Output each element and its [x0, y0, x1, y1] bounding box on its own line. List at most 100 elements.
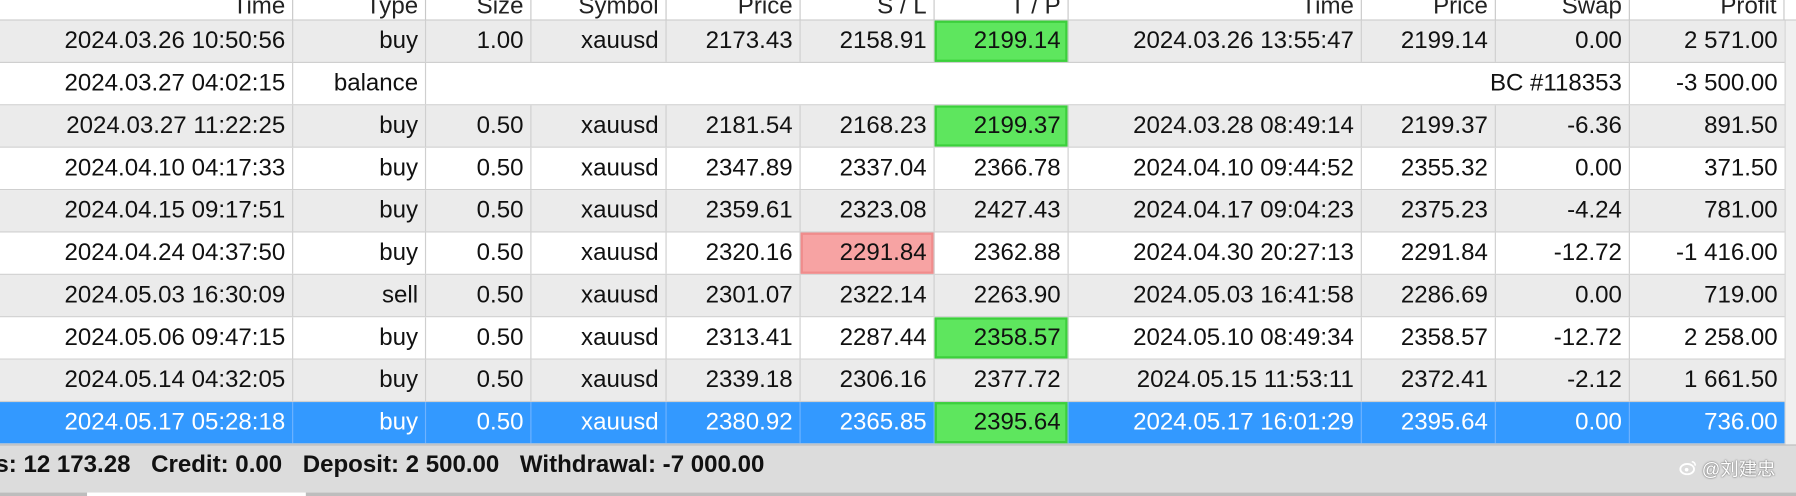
summary-profit-loss: s: 12 173.28 [0, 451, 131, 478]
header-open-time[interactable]: Time [0, 0, 294, 20]
cell-profit: 781.00 [1704, 197, 1778, 224]
cell-close-time: 2024.05.03 16:41:58 [1069, 274, 1362, 317]
cell-close-price: 2395.64 [1362, 402, 1496, 444]
cell-type: buy [293, 190, 427, 232]
cell-type: buy [293, 105, 427, 147]
header-close-price[interactable]: Price [1362, 0, 1496, 20]
header-profit[interactable]: Profit [1630, 0, 1785, 20]
balance-row[interactable]: 2024.03.27 04:02:15 balance BC #118353 -3 5… [0, 63, 1796, 106]
cell-type: buy [293, 20, 427, 62]
cell-close-price: 2199.37 [1362, 105, 1496, 147]
cell-close-time: 2024.04.10 09:44:52 [1069, 147, 1362, 190]
cell-profit: 719.00 [1704, 281, 1778, 309]
weibo-logo-icon [1679, 460, 1696, 476]
cell-open-price: 2181.54 [667, 105, 801, 147]
trade-row[interactable]: 2024.05.03 16:30:09 sell 0.50 xauusd 2301.07… [0, 274, 1796, 318]
trade-row[interactable]: 2024.05.14 04:32:05 buy 0.50 xauusd 2339.18 2… [0, 359, 1796, 403]
header-symbol[interactable]: Symbol [531, 0, 667, 20]
cell-stop-loss: 2337.04 [801, 147, 935, 190]
cell-open-price: 2173.43 [667, 20, 801, 62]
header-close-time[interactable]: Time [1069, 0, 1362, 20]
cell-size: 0.50 [426, 190, 532, 232]
cell-size: 0.50 [426, 359, 532, 401]
summary-credit: Credit: 0.00 [151, 451, 283, 478]
cell-size: 1.00 [426, 20, 532, 62]
trade-row[interactable]: 2024.03.27 11:22:25 buy 0.50 xauusd 2181.54 2… [0, 105, 1796, 148]
cell-open-time: 2024.05.06 09:47:15 [0, 317, 294, 359]
cell-open-time: 2024.05.17 05:28:18 [0, 402, 294, 444]
cell-size: 0.50 [426, 105, 532, 147]
trade-row[interactable]: 2024.03.26 10:50:56 buy 1.00 xauusd 2173.43 2… [0, 20, 1796, 64]
cell-symbol: xauusd [531, 402, 667, 444]
cell-open-price: 2380.92 [667, 402, 801, 444]
trade-row[interactable]: 2024.04.15 09:17:51 buy 0.50 xauusd 2359.61 2… [0, 190, 1796, 233]
cell-take-profit: 2395.64 [934, 402, 1069, 444]
cell-swap: 0.00 [1496, 20, 1630, 62]
trade-row[interactable]: 2024.04.10 04:17:33 buy 0.50 xauusd 2347.89 2… [0, 147, 1796, 191]
header-take-profit[interactable]: T / P [935, 0, 1069, 20]
watermark-text: @刘建忠 [1701, 460, 1776, 480]
cell-symbol: xauusd [531, 317, 667, 359]
cell-type: balance [293, 63, 427, 105]
cell-close-time: 2024.05.15 11:53:11 [1069, 359, 1362, 401]
trade-row[interactable]: 2024.04.24 04:37:50 buy 0.50 xauusd 2320.16 2… [0, 232, 1796, 275]
header-size[interactable]: Size [426, 0, 532, 20]
cell-type: buy [293, 359, 427, 401]
cell-size: 0.50 [426, 402, 532, 444]
cell-close-price: 2358.57 [1362, 317, 1496, 359]
cell-take-profit: 2427.43 [935, 190, 1069, 232]
header-type[interactable]: Type [293, 0, 427, 20]
cell-size: 0.50 [426, 317, 532, 359]
cell-close-price: 2199.14 [1362, 20, 1496, 62]
summary-withdrawal: Withdrawal: -7 000.00 [519, 451, 765, 478]
cell-profit: 371.50 [1704, 154, 1778, 181]
cell-size: 0.50 [426, 232, 532, 274]
cell-take-profit: 2362.88 [935, 232, 1069, 274]
cell-stop-loss: 2287.44 [801, 317, 935, 359]
table-body: 2024.03.26 10:50:56 buy 1.00 xauusd 2173.43 2… [0, 20, 1796, 445]
cell-take-profit: 2263.90 [935, 274, 1069, 317]
cell-close-price: 2286.69 [1362, 274, 1496, 317]
header-stop-loss[interactable]: S / L [801, 0, 935, 20]
cell-close-time: 2024.04.17 09:04:23 [1069, 190, 1362, 232]
trade-row[interactable]: 2024.05.06 09:47:15 buy 0.50 xauusd 2313.41 2… [0, 317, 1796, 360]
cell-swap: 0.00 [1496, 402, 1630, 444]
cell-profit: 2 258.00 [1684, 324, 1778, 351]
cell-take-profit: 2358.57 [934, 317, 1069, 359]
history-table: Time Type Size Symbol Price S / L T / P … [0, 0, 1796, 445]
cell-symbol: xauusd [531, 105, 667, 147]
cell-swap: 0.00 [1496, 274, 1630, 317]
trade-history-panel: Time Type Size Symbol Price S / L T / P … [0, 0, 1796, 496]
trade-row[interactable]: 2024.05.17 05:28:18 buy 0.50 xauusd 2380.92 2… [0, 402, 1796, 445]
cell-open-price: 2339.18 [667, 359, 801, 401]
cell-close-time: 2024.05.17 16:01:29 [1069, 402, 1362, 444]
cell-stop-loss: 2322.14 [801, 274, 935, 317]
cell-open-time: 2024.03.27 04:02:15 [0, 63, 294, 105]
cell-take-profit: 2366.78 [935, 147, 1069, 190]
header-open-price[interactable]: Price [667, 0, 801, 20]
cell-profit: -3 500.00 [1676, 69, 1778, 97]
cell-close-time: 2024.05.10 08:49:34 [1069, 317, 1362, 359]
cell-swap: -2.12 [1496, 359, 1630, 401]
cell-close-price: 2355.32 [1362, 147, 1496, 190]
cell-open-price: 2359.61 [667, 190, 801, 232]
cell-open-time: 2024.04.24 04:37:50 [0, 232, 294, 274]
cell-profit: 2 571.00 [1684, 27, 1778, 54]
cell-open-price: 2313.41 [667, 317, 801, 359]
cell-type: buy [293, 402, 427, 444]
vertical-scrollbar[interactable] [1784, 20, 1796, 445]
cell-open-time: 2024.03.26 10:50:56 [0, 20, 294, 62]
cell-symbol: xauusd [531, 190, 667, 232]
cell-close-price: 2372.41 [1362, 359, 1496, 401]
cell-size: 0.50 [426, 147, 532, 190]
cell-profit: -1 416.00 [1676, 239, 1778, 266]
bottom-tab-strip [0, 492, 1796, 496]
cell-comment: BC #118353 [426, 63, 1630, 105]
cell-symbol: xauusd [531, 274, 667, 317]
header-swap[interactable]: Swap [1496, 0, 1630, 20]
cell-close-price: 2291.84 [1362, 232, 1496, 274]
cell-close-price: 2375.23 [1362, 190, 1496, 232]
cell-swap: -12.72 [1496, 317, 1630, 359]
table-header: Time Type Size Symbol Price S / L T / P … [0, 0, 1796, 21]
cell-profit: 736.00 [1704, 408, 1778, 436]
